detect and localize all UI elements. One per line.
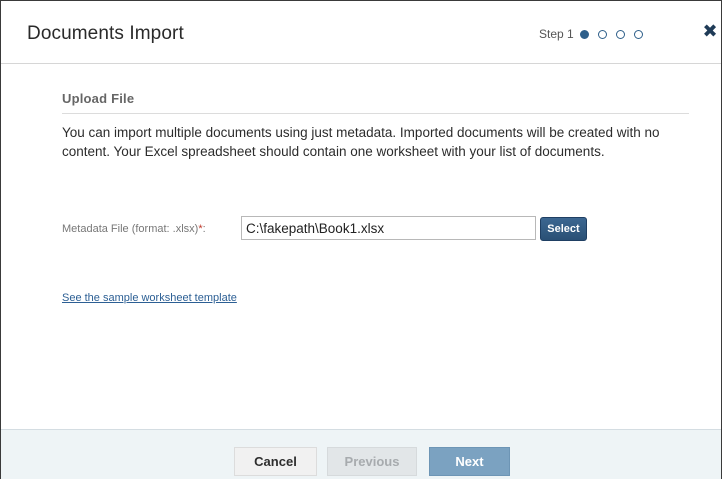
section-title: Upload File (62, 91, 135, 106)
dialog-title: Documents Import (27, 23, 184, 44)
close-icon[interactable]: ✖ (701, 21, 719, 41)
documents-import-dialog: Documents Import Step 1 ✖ Upload File Yo… (0, 0, 722, 479)
step-dot-1-active (579, 29, 589, 39)
step-label: Step 1 (539, 27, 574, 41)
step-dot-3 (615, 29, 625, 39)
dialog-footer: Cancel Previous Next (1, 429, 721, 479)
metadata-file-label: Metadata File (format: .xlsx)*: (62, 223, 206, 235)
dialog-header: Documents Import Step 1 ✖ (1, 1, 721, 64)
metadata-file-label-text: Metadata File (format: .xlsx) (62, 223, 199, 235)
sample-worksheet-link[interactable]: See the sample worksheet template (62, 292, 237, 304)
select-file-button[interactable]: Select (540, 217, 587, 241)
metadata-file-input[interactable] (241, 216, 536, 240)
step-dot-4 (633, 29, 643, 39)
next-button[interactable]: Next (429, 447, 510, 476)
section-divider (62, 113, 689, 114)
cancel-button[interactable]: Cancel (234, 447, 317, 476)
step-dot-2 (597, 29, 607, 39)
section-description: You can import multiple documents using … (62, 125, 660, 159)
step-indicator: Step 1 (539, 27, 652, 41)
previous-button[interactable]: Previous (327, 447, 417, 476)
label-colon: : (202, 223, 206, 235)
